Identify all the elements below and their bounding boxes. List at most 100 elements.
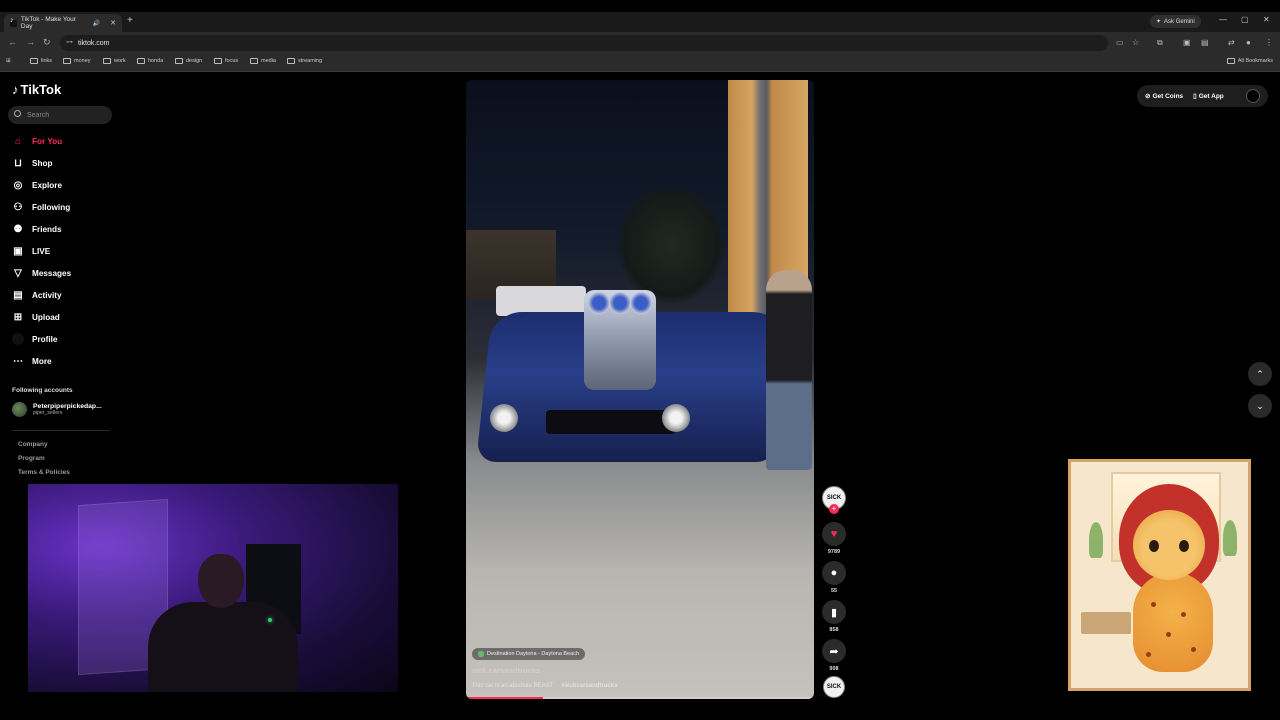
bookmark-label: work xyxy=(114,58,126,64)
next-video-button[interactable]: ⌄ xyxy=(1248,394,1272,418)
profile-avatar-icon[interactable]: ● xyxy=(1246,38,1251,47)
compass-icon: ◎ xyxy=(13,179,23,191)
bookmark-label: money xyxy=(74,58,91,64)
save-button[interactable]: ▮ xyxy=(822,600,846,624)
ask-gemini-button[interactable]: ✦ Ask Gemini xyxy=(1150,15,1201,28)
bookmark-label: streaming xyxy=(298,58,323,64)
back-icon[interactable]: ← xyxy=(8,37,17,47)
all-bookmarks-button[interactable]: All Bookmarks xyxy=(1226,58,1273,64)
sidebar-icon[interactable]: ▣ xyxy=(1183,38,1191,47)
nav-live[interactable]: ▣ LIVE xyxy=(12,245,50,257)
footer-link-company[interactable]: Company xyxy=(18,441,48,448)
bookmark-folder-media[interactable]: media xyxy=(250,58,276,64)
site-info-icon[interactable]: ⊶ xyxy=(66,38,73,46)
nav-messages[interactable]: ▽ Messages xyxy=(12,267,71,279)
search-input[interactable]: Search xyxy=(8,106,112,124)
bookmark-folder-streaming[interactable]: streaming xyxy=(287,58,322,64)
webcam-green-light xyxy=(268,618,272,622)
folder-icon xyxy=(137,58,145,64)
window-close-icon[interactable]: ✕ xyxy=(1263,15,1270,24)
video-author[interactable]: sick.carsandtrucks xyxy=(472,666,540,675)
following-accounts-title: Following accounts xyxy=(12,387,73,394)
tab-search-icon[interactable]: ▤ xyxy=(1201,38,1209,47)
chevron-down-icon: ⌄ xyxy=(1256,400,1264,411)
art-spot xyxy=(1191,647,1196,652)
nav-more[interactable]: ⋯ More xyxy=(12,355,52,367)
bookmark-folder-focus[interactable]: focus xyxy=(214,58,238,64)
upload-icon: ⊞ xyxy=(13,311,23,323)
video-progress-bar[interactable] xyxy=(466,697,814,699)
footer-link-terms[interactable]: Terms & Policies xyxy=(18,469,70,476)
folder-icon xyxy=(1226,58,1235,64)
new-tab-button[interactable]: + xyxy=(127,15,133,26)
address-bar[interactable]: ⊶ tiktok.com xyxy=(60,35,1108,51)
nav-explore[interactable]: ◎ Explore xyxy=(12,179,62,191)
nav-label: LIVE xyxy=(32,246,51,256)
nav-shop[interactable]: ⊔ Shop xyxy=(12,157,52,169)
nav-friends[interactable]: ⚉ Friends xyxy=(12,223,62,235)
art-spot xyxy=(1166,632,1171,637)
menu-kebab-icon[interactable]: ⋮ xyxy=(1265,38,1273,47)
extensions-icon[interactable]: ⧉ xyxy=(1157,38,1163,48)
speaker-icon[interactable]: 🔊 xyxy=(93,20,100,27)
art-eye xyxy=(1179,540,1189,552)
video-car-grille xyxy=(546,410,676,434)
bookmark-star-icon[interactable]: ☆ xyxy=(1132,38,1139,47)
cast-icon[interactable]: ▭ xyxy=(1116,38,1124,47)
reload-icon[interactable]: ↻ xyxy=(43,37,51,48)
apps-grid-icon[interactable]: ⊞ xyxy=(6,58,11,64)
share-button[interactable]: ➦ xyxy=(822,639,846,663)
bookmark-folder-design[interactable]: design xyxy=(175,58,202,64)
bookmark-label: design xyxy=(186,58,203,64)
sparkle-icon: ✦ xyxy=(1156,19,1162,25)
like-button[interactable]: ♥ xyxy=(822,522,846,546)
follow-plus-button[interactable]: + xyxy=(829,504,839,514)
save-count: 858 xyxy=(829,627,839,633)
folder-icon xyxy=(250,58,258,64)
bookmark-folder-money[interactable]: money xyxy=(63,58,91,64)
home-icon: ⌂ xyxy=(14,135,22,147)
friends-icon: ⚉ xyxy=(13,223,23,235)
nav-activity[interactable]: ▤ Activity xyxy=(12,289,61,301)
account-name: Peterpiperpickedap... xyxy=(33,403,102,410)
all-bookmarks-label: All Bookmarks xyxy=(1237,58,1273,64)
sidebar-divider xyxy=(12,430,110,431)
get-app-button[interactable]: ▯ Get App xyxy=(1193,92,1224,101)
footer-link-program[interactable]: Program xyxy=(18,455,45,462)
browser-tab-active[interactable]: TikTok - Make Your Day 🔊 ✕ xyxy=(4,14,122,32)
hashtag-link[interactable]: #sickcarsandtrucks xyxy=(561,683,617,689)
location-label: Destination Daytona - Daytona Beach xyxy=(487,651,580,657)
nav-upload[interactable]: ⊞ Upload xyxy=(12,311,60,323)
nav-label: Shop xyxy=(32,158,53,168)
maximize-icon[interactable]: ▢ xyxy=(1241,15,1249,24)
art-spot xyxy=(1151,602,1156,607)
comment-button[interactable]: ● xyxy=(822,561,846,585)
location-tag[interactable]: Destination Daytona - Daytona Beach xyxy=(472,648,586,660)
profile-icon xyxy=(12,333,24,345)
more-icon: ⋯ xyxy=(13,355,23,367)
nav-for-you[interactable]: ⌂ For You xyxy=(12,135,62,147)
bookmark-label: media xyxy=(261,58,276,64)
bookmark-label: links xyxy=(41,58,53,64)
bookmark-folder-links[interactable]: links xyxy=(30,58,52,64)
user-avatar[interactable] xyxy=(1246,89,1260,103)
search-placeholder: Search xyxy=(27,111,50,119)
forward-icon[interactable]: → xyxy=(26,37,35,47)
avatar xyxy=(12,402,27,417)
bookmark-folder-work[interactable]: work xyxy=(103,58,126,64)
sound-disc-avatar[interactable]: SICK xyxy=(823,676,845,698)
following-account-item[interactable]: Peterpiperpickedap... piper_sellers xyxy=(12,402,102,417)
get-coins-button[interactable]: ⊘ Get Coins xyxy=(1145,92,1183,101)
minimize-icon[interactable]: — xyxy=(1219,15,1227,24)
bookmark-icon: ▮ xyxy=(830,606,838,619)
video-player[interactable]: Destination Daytona - Daytona Beach sick… xyxy=(466,80,814,699)
account-handle: piper_sellers xyxy=(33,410,63,416)
nav-following[interactable]: ⚇ Following xyxy=(12,201,71,213)
nav-profile[interactable]: Profile xyxy=(12,333,57,345)
translate-icon[interactable]: ⇄ xyxy=(1228,38,1235,47)
tiktok-logo[interactable]: ♪ TikTok xyxy=(12,82,61,97)
previous-video-button[interactable]: ⌃ xyxy=(1248,362,1272,386)
close-tab-icon[interactable]: ✕ xyxy=(110,19,116,27)
bookmark-label: focus xyxy=(225,58,239,64)
bookmark-folder-honda[interactable]: honda xyxy=(137,58,163,64)
